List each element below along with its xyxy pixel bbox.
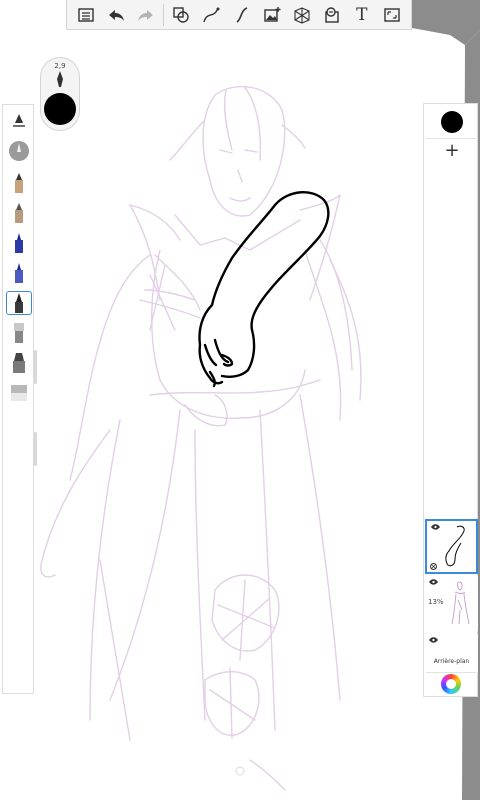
brush-puck[interactable]: 2,9 — [40, 57, 80, 131]
text-icon[interactable]: T — [349, 2, 375, 28]
layer-item[interactable]: 13% — [425, 576, 478, 631]
panel-resize-handle[interactable] — [34, 350, 37, 384]
top-toolbar: T — [66, 0, 412, 30]
brush-size-label: 2,9 — [54, 62, 66, 70]
add-layer-label: + — [444, 139, 460, 161]
layer-thumbnail — [451, 581, 470, 625]
add-image-icon[interactable] — [259, 2, 285, 28]
layer-item[interactable]: Arrière-plan — [425, 634, 478, 672]
current-color-swatch[interactable] — [441, 111, 463, 133]
perspective-grid-icon[interactable] — [289, 2, 315, 28]
french-curve-icon[interactable] — [229, 2, 255, 28]
ballpoint-pen-icon[interactable] — [6, 261, 32, 285]
eraser-icon[interactable] — [6, 381, 32, 405]
hard-pencil-icon[interactable] — [6, 201, 32, 225]
airbrush-icon[interactable] — [6, 139, 32, 163]
color-wheel-icon[interactable] — [441, 674, 461, 694]
background-layer-label: Arrière-plan — [433, 658, 470, 665]
eye-icon[interactable] — [429, 579, 438, 585]
eye-icon[interactable] — [429, 637, 438, 643]
fountain-pen-icon[interactable] — [6, 291, 32, 315]
paintbrush-icon[interactable] — [6, 321, 32, 345]
marker-icon[interactable] — [6, 351, 32, 375]
panel-divider — [426, 672, 476, 673]
ink-pen-icon[interactable] — [6, 231, 32, 255]
undo-icon[interactable] — [103, 2, 129, 28]
pencil-icon[interactable] — [6, 171, 32, 195]
brush-panel — [2, 104, 34, 694]
brush-settings-icon[interactable] — [6, 109, 32, 133]
layer-opacity-label: 13% — [428, 598, 444, 606]
menu-icon[interactable] — [73, 2, 99, 28]
layer-item[interactable] — [425, 519, 478, 574]
stroke-curve-icon[interactable] — [198, 2, 224, 28]
panel-resize-handle[interactable] — [34, 432, 37, 466]
redo-icon[interactable] — [133, 2, 159, 28]
layer-thumbnail — [445, 525, 465, 567]
selection-shapes-icon[interactable] — [168, 2, 194, 28]
add-layer-button[interactable]: + — [438, 136, 466, 164]
brush-color-swatch[interactable] — [44, 93, 76, 125]
layer-lock-icon[interactable] — [430, 563, 437, 570]
text-icon-label: T — [356, 4, 368, 25]
brush-nib-icon — [57, 71, 63, 87]
toolbar-divider — [163, 3, 165, 26]
layer-panel: + 13% Arrière-plan — [423, 103, 478, 697]
symmetry-icon[interactable] — [319, 2, 345, 28]
fullscreen-icon[interactable] — [379, 2, 405, 28]
